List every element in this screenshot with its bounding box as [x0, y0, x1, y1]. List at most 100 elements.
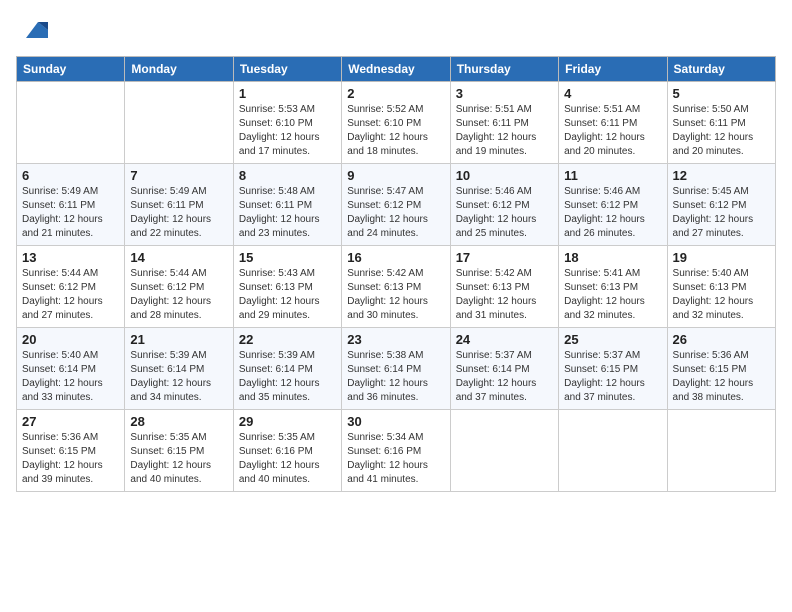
calendar-cell: 22 Sunrise: 5:39 AMSunset: 6:14 PMDayligh…: [233, 328, 341, 410]
day-info: Sunrise: 5:48 AMSunset: 6:11 PMDaylight:…: [239, 185, 336, 241]
day-number: 18: [564, 250, 661, 265]
calendar-cell: [559, 410, 667, 492]
calendar-cell: 27 Sunrise: 5:36 AMSunset: 6:15 PMDayligh…: [17, 410, 125, 492]
day-info: Sunrise: 5:37 AMSunset: 6:15 PMDaylight:…: [564, 349, 661, 405]
calendar-week-row: 13 Sunrise: 5:44 AMSunset: 6:12 PMDayligh…: [17, 246, 776, 328]
day-number: 4: [564, 86, 661, 101]
day-of-week-header: Friday: [559, 57, 667, 82]
day-info: Sunrise: 5:38 AMSunset: 6:14 PMDaylight:…: [347, 349, 444, 405]
day-info: Sunrise: 5:52 AMSunset: 6:10 PMDaylight:…: [347, 103, 444, 159]
calendar-cell: 14 Sunrise: 5:44 AMSunset: 6:12 PMDayligh…: [125, 246, 233, 328]
logo-icon: [20, 16, 48, 44]
calendar-cell: 10Sunrise: 5:46 AMSunset: 6:12 PMDayligh…: [450, 164, 558, 246]
day-info: Sunrise: 5:40 AMSunset: 6:14 PMDaylight:…: [22, 349, 119, 405]
day-number: 20: [22, 332, 119, 347]
day-number: 8: [239, 168, 336, 183]
calendar-cell: 24 Sunrise: 5:37 AMSunset: 6:14 PMDayligh…: [450, 328, 558, 410]
day-info: Sunrise: 5:42 AMSunset: 6:13 PMDaylight:…: [347, 267, 444, 323]
day-of-week-header: Sunday: [17, 57, 125, 82]
calendar-week-row: 20 Sunrise: 5:40 AMSunset: 6:14 PMDayligh…: [17, 328, 776, 410]
day-info: Sunrise: 5:42 AMSunset: 6:13 PMDaylight:…: [456, 267, 553, 323]
day-info: Sunrise: 5:45 AMSunset: 6:12 PMDaylight:…: [673, 185, 770, 241]
day-of-week-header: Wednesday: [342, 57, 450, 82]
day-number: 26: [673, 332, 770, 347]
day-info: Sunrise: 5:47 AMSunset: 6:12 PMDaylight:…: [347, 185, 444, 241]
calendar-cell: 7 Sunrise: 5:49 AMSunset: 6:11 PMDaylight…: [125, 164, 233, 246]
day-info: Sunrise: 5:43 AMSunset: 6:13 PMDaylight:…: [239, 267, 336, 323]
day-of-week-header: Thursday: [450, 57, 558, 82]
calendar-cell: 28 Sunrise: 5:35 AMSunset: 6:15 PMDayligh…: [125, 410, 233, 492]
calendar-cell: 17 Sunrise: 5:42 AMSunset: 6:13 PMDayligh…: [450, 246, 558, 328]
calendar-cell: 3 Sunrise: 5:51 AMSunset: 6:11 PMDaylight…: [450, 82, 558, 164]
day-info: Sunrise: 5:51 AMSunset: 6:11 PMDaylight:…: [456, 103, 553, 159]
day-info: Sunrise: 5:44 AMSunset: 6:12 PMDaylight:…: [130, 267, 227, 323]
calendar-cell: 16 Sunrise: 5:42 AMSunset: 6:13 PMDayligh…: [342, 246, 450, 328]
day-number: 24: [456, 332, 553, 347]
calendar-cell: [450, 410, 558, 492]
day-number: 10: [456, 168, 553, 183]
calendar-cell: 12 Sunrise: 5:45 AMSunset: 6:12 PMDayligh…: [667, 164, 775, 246]
day-number: 6: [22, 168, 119, 183]
day-info: Sunrise: 5:51 AMSunset: 6:11 PMDaylight:…: [564, 103, 661, 159]
day-number: 25: [564, 332, 661, 347]
day-info: Sunrise: 5:37 AMSunset: 6:14 PMDaylight:…: [456, 349, 553, 405]
calendar-week-row: 1Sunrise: 5:53 AMSunset: 6:10 PMDaylight…: [17, 82, 776, 164]
day-number: 27: [22, 414, 119, 429]
calendar-table: SundayMondayTuesdayWednesdayThursdayFrid…: [16, 56, 776, 492]
day-info: Sunrise: 5:41 AMSunset: 6:13 PMDaylight:…: [564, 267, 661, 323]
day-info: Sunrise: 5:35 AMSunset: 6:16 PMDaylight:…: [239, 431, 336, 487]
day-number: 30: [347, 414, 444, 429]
calendar-cell: 5 Sunrise: 5:50 AMSunset: 6:11 PMDaylight…: [667, 82, 775, 164]
calendar-cell: [667, 410, 775, 492]
day-info: Sunrise: 5:50 AMSunset: 6:11 PMDaylight:…: [673, 103, 770, 159]
day-info: Sunrise: 5:44 AMSunset: 6:12 PMDaylight:…: [22, 267, 119, 323]
day-number: 15: [239, 250, 336, 265]
calendar-cell: 2 Sunrise: 5:52 AMSunset: 6:10 PMDaylight…: [342, 82, 450, 164]
day-of-week-header: Saturday: [667, 57, 775, 82]
calendar-cell: [17, 82, 125, 164]
day-info: Sunrise: 5:49 AMSunset: 6:11 PMDaylight:…: [130, 185, 227, 241]
page-header: [16, 16, 776, 44]
calendar-cell: 26 Sunrise: 5:36 AMSunset: 6:15 PMDayligh…: [667, 328, 775, 410]
day-number: 3: [456, 86, 553, 101]
logo: [16, 16, 48, 44]
day-number: 14: [130, 250, 227, 265]
calendar-cell: 11Sunrise: 5:46 AMSunset: 6:12 PMDayligh…: [559, 164, 667, 246]
calendar-cell: 4 Sunrise: 5:51 AMSunset: 6:11 PMDaylight…: [559, 82, 667, 164]
day-info: Sunrise: 5:36 AMSunset: 6:15 PMDaylight:…: [673, 349, 770, 405]
calendar-header-row: SundayMondayTuesdayWednesdayThursdayFrid…: [17, 57, 776, 82]
day-number: 23: [347, 332, 444, 347]
day-info: Sunrise: 5:36 AMSunset: 6:15 PMDaylight:…: [22, 431, 119, 487]
day-number: 12: [673, 168, 770, 183]
day-info: Sunrise: 5:39 AMSunset: 6:14 PMDaylight:…: [239, 349, 336, 405]
day-number: 2: [347, 86, 444, 101]
day-info: Sunrise: 5:35 AMSunset: 6:15 PMDaylight:…: [130, 431, 227, 487]
day-number: 13: [22, 250, 119, 265]
day-number: 9: [347, 168, 444, 183]
day-of-week-header: Monday: [125, 57, 233, 82]
day-info: Sunrise: 5:46 AMSunset: 6:12 PMDaylight:…: [564, 185, 661, 241]
day-number: 22: [239, 332, 336, 347]
calendar-cell: 13 Sunrise: 5:44 AMSunset: 6:12 PMDayligh…: [17, 246, 125, 328]
day-number: 17: [456, 250, 553, 265]
day-info: Sunrise: 5:49 AMSunset: 6:11 PMDaylight:…: [22, 185, 119, 241]
day-number: 5: [673, 86, 770, 101]
calendar-cell: 21 Sunrise: 5:39 AMSunset: 6:14 PMDayligh…: [125, 328, 233, 410]
calendar-cell: 9 Sunrise: 5:47 AMSunset: 6:12 PMDaylight…: [342, 164, 450, 246]
calendar-cell: [125, 82, 233, 164]
calendar-week-row: 27 Sunrise: 5:36 AMSunset: 6:15 PMDayligh…: [17, 410, 776, 492]
day-number: 19: [673, 250, 770, 265]
calendar-cell: 23 Sunrise: 5:38 AMSunset: 6:14 PMDayligh…: [342, 328, 450, 410]
day-info: Sunrise: 5:39 AMSunset: 6:14 PMDaylight:…: [130, 349, 227, 405]
calendar-cell: 29Sunrise: 5:35 AMSunset: 6:16 PMDayligh…: [233, 410, 341, 492]
day-info: Sunrise: 5:53 AMSunset: 6:10 PMDaylight:…: [239, 103, 336, 159]
calendar-cell: 15 Sunrise: 5:43 AMSunset: 6:13 PMDayligh…: [233, 246, 341, 328]
calendar-cell: 20 Sunrise: 5:40 AMSunset: 6:14 PMDayligh…: [17, 328, 125, 410]
day-number: 16: [347, 250, 444, 265]
day-info: Sunrise: 5:40 AMSunset: 6:13 PMDaylight:…: [673, 267, 770, 323]
day-number: 21: [130, 332, 227, 347]
day-number: 7: [130, 168, 227, 183]
calendar-cell: 8 Sunrise: 5:48 AMSunset: 6:11 PMDaylight…: [233, 164, 341, 246]
calendar-cell: 19 Sunrise: 5:40 AMSunset: 6:13 PMDayligh…: [667, 246, 775, 328]
day-number: 28: [130, 414, 227, 429]
